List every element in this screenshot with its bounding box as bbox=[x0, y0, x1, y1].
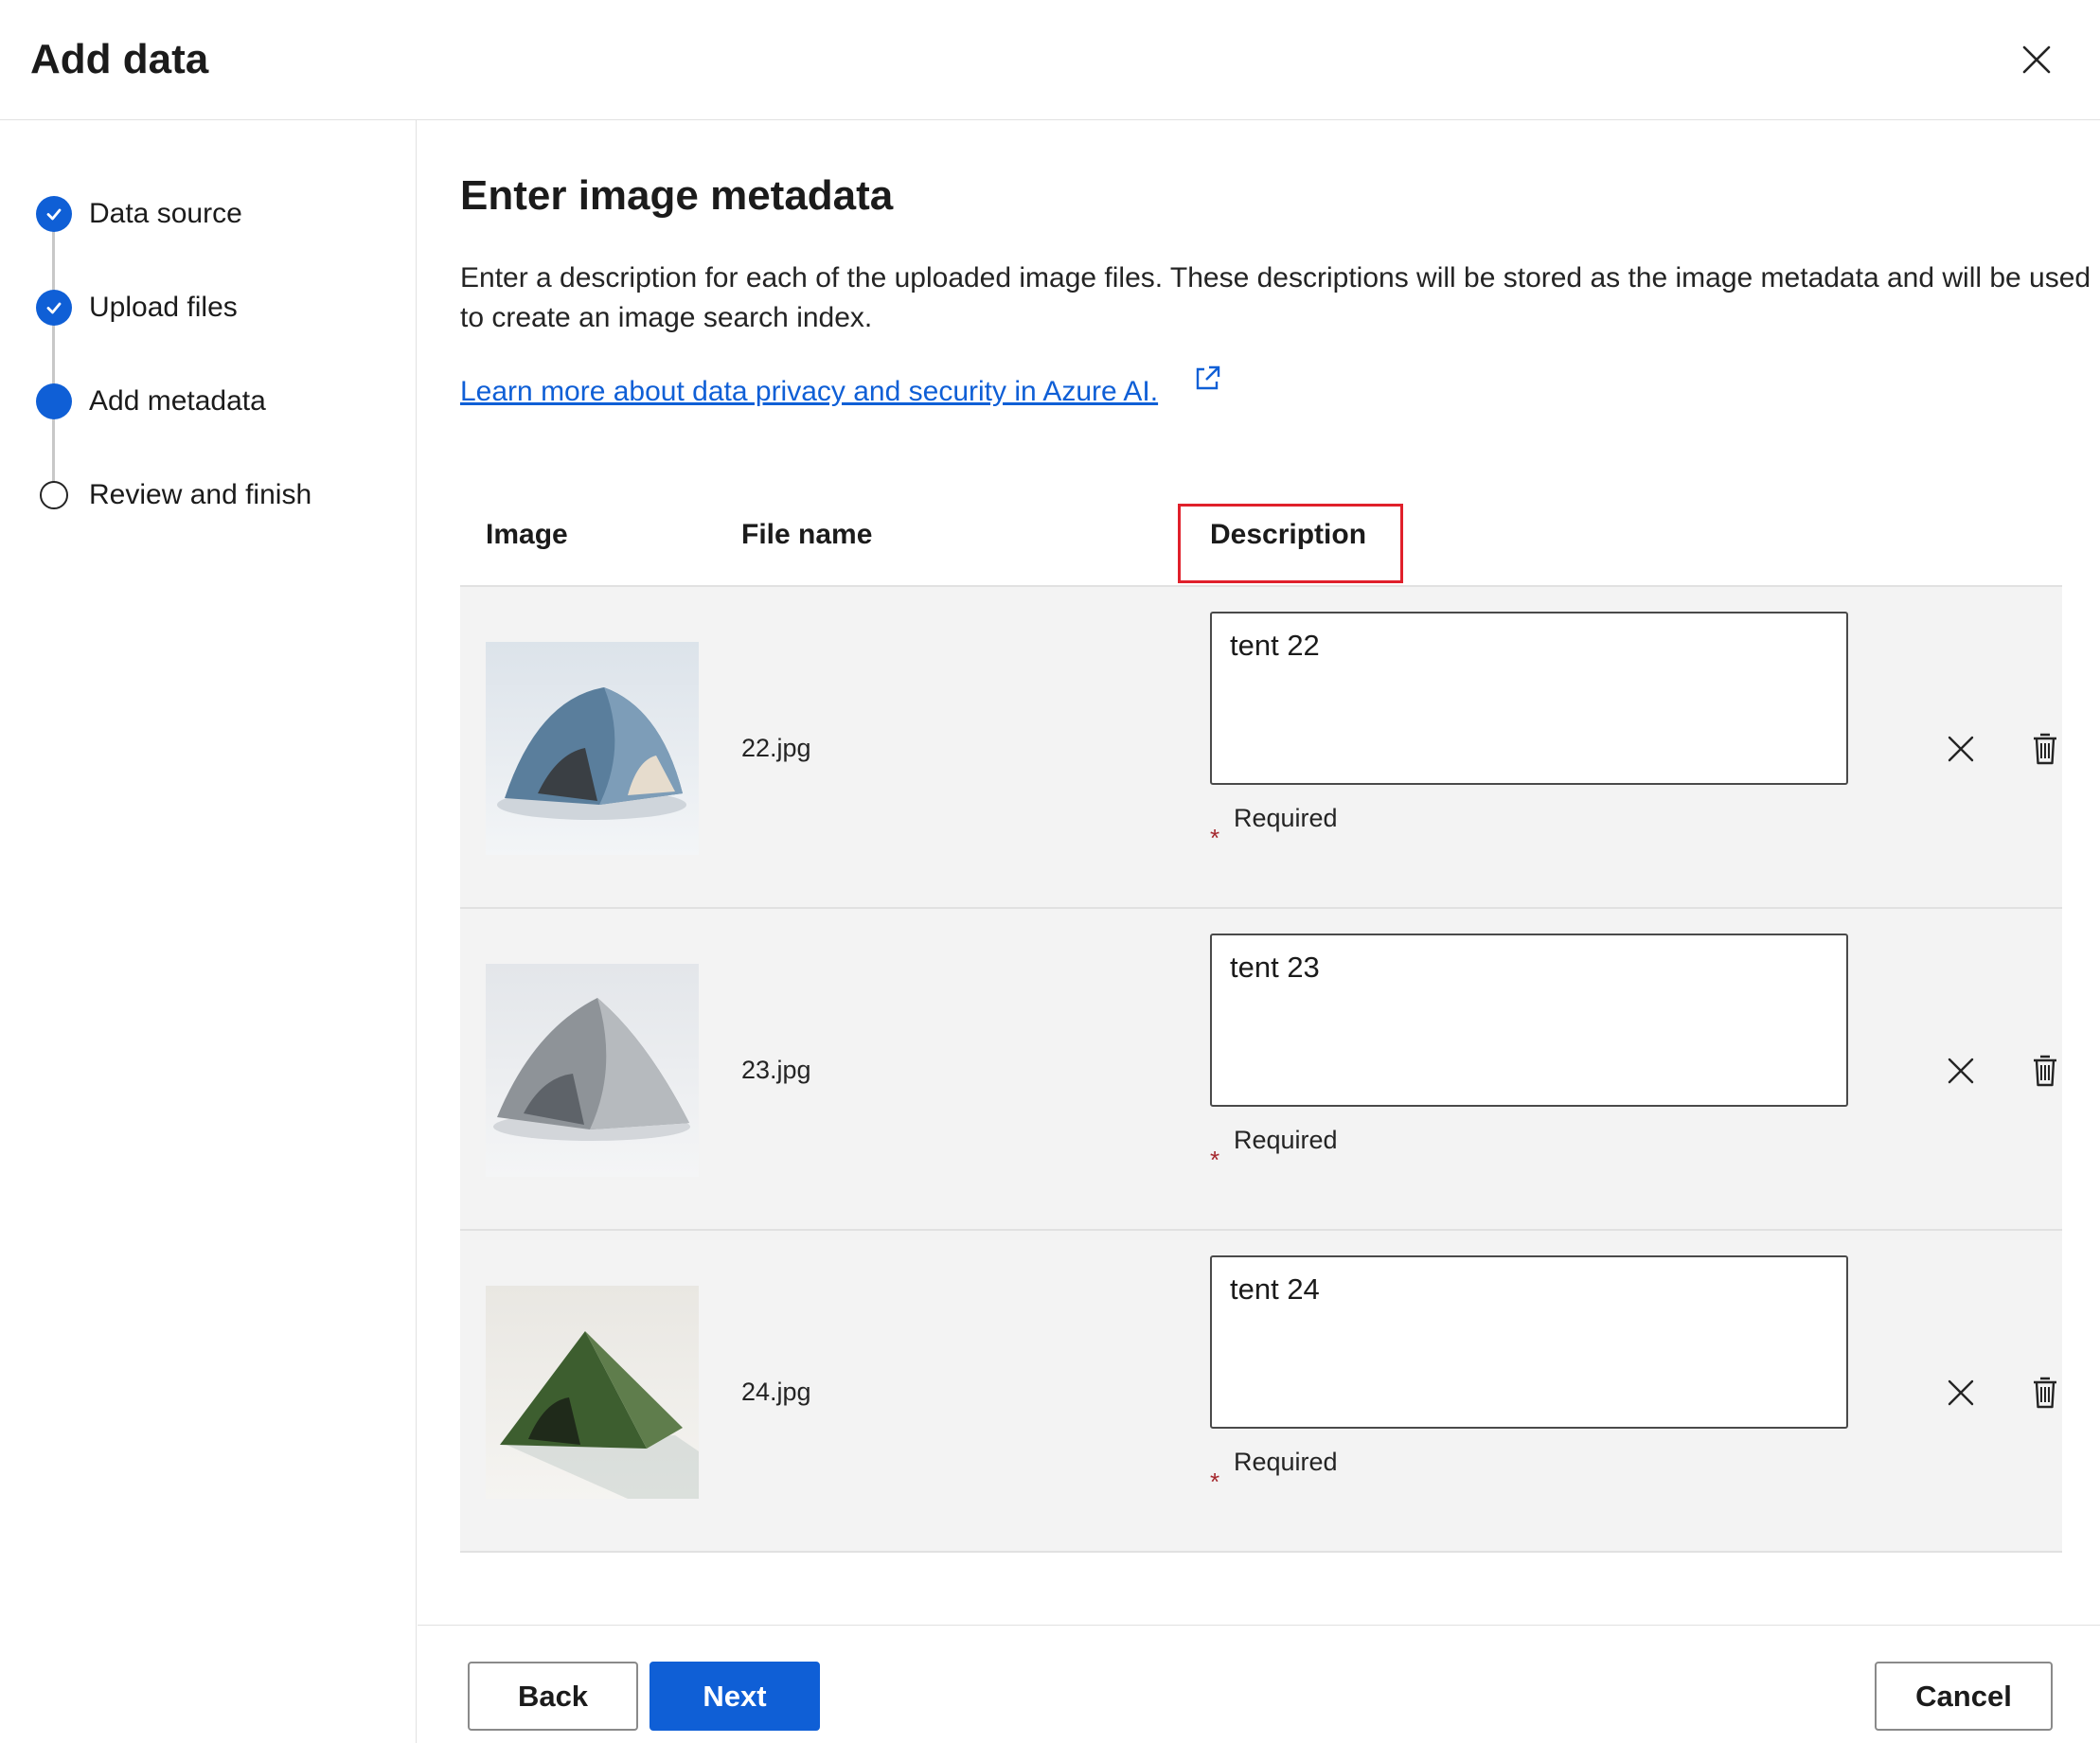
trash-icon bbox=[2034, 1055, 2056, 1087]
cancel-button[interactable]: Cancel bbox=[1875, 1662, 2053, 1731]
back-button[interactable]: Back bbox=[468, 1662, 638, 1731]
required-label: Required bbox=[1234, 804, 1338, 832]
close-button[interactable] bbox=[2013, 36, 2060, 83]
step-review-and-finish[interactable]: Review and finish bbox=[36, 476, 311, 514]
close-icon bbox=[1948, 736, 1974, 762]
empty-circle-icon bbox=[40, 481, 68, 509]
column-header-image: Image bbox=[486, 519, 568, 550]
required-asterisk: * bbox=[1210, 1467, 1220, 1496]
clear-description-button[interactable] bbox=[1942, 1052, 1980, 1090]
next-button[interactable]: Next bbox=[650, 1662, 820, 1731]
delete-row-button[interactable] bbox=[2026, 1052, 2064, 1090]
step-label: Upload files bbox=[89, 292, 238, 323]
description-highlight-box bbox=[1178, 504, 1403, 583]
required-label: Required bbox=[1234, 1448, 1338, 1476]
close-icon bbox=[1948, 1058, 1974, 1084]
wizard-stepper: Data source Upload files Add metadata Re… bbox=[0, 120, 417, 1743]
step-label: Review and finish bbox=[89, 479, 312, 510]
description-textarea[interactable]: tent 24 bbox=[1210, 1255, 1848, 1429]
table-row: 23.jpg tent 23 Required * bbox=[460, 909, 2062, 1231]
trash-icon bbox=[2034, 733, 2056, 765]
delete-row-button[interactable] bbox=[2026, 1374, 2064, 1412]
learn-more-link[interactable]: Learn more about data privacy and securi… bbox=[460, 372, 1158, 412]
description-textarea[interactable]: tent 23 bbox=[1210, 934, 1848, 1107]
required-asterisk: * bbox=[1210, 1146, 1220, 1174]
description-textarea[interactable]: tent 22 bbox=[1210, 612, 1848, 785]
page-heading: Enter image metadata bbox=[460, 172, 894, 219]
tent-image bbox=[486, 642, 699, 855]
column-header-file-name: File name bbox=[741, 519, 873, 550]
step-label: Add metadata bbox=[89, 385, 266, 417]
file-name: 23.jpg bbox=[741, 1056, 811, 1084]
delete-row-button[interactable] bbox=[2026, 730, 2064, 768]
file-name: 22.jpg bbox=[741, 734, 811, 762]
required-label: Required bbox=[1234, 1126, 1338, 1154]
close-icon bbox=[1948, 1379, 1974, 1406]
external-link-icon bbox=[1196, 365, 1220, 390]
clear-description-button[interactable] bbox=[1942, 1374, 1980, 1412]
current-step-dot-icon bbox=[36, 383, 72, 419]
dialog-header: Add data bbox=[0, 0, 2100, 120]
file-name: 24.jpg bbox=[741, 1378, 811, 1406]
step-data-source[interactable]: Data source bbox=[36, 195, 242, 233]
step-upload-files[interactable]: Upload files bbox=[36, 289, 238, 327]
step-add-metadata[interactable]: Add metadata bbox=[36, 382, 266, 420]
close-icon bbox=[2022, 45, 2051, 74]
checkmark-icon bbox=[36, 196, 72, 232]
checkmark-icon bbox=[36, 290, 72, 326]
dialog-footer: Back Next Cancel bbox=[418, 1625, 2100, 1743]
intro-text: Enter a description for each of the uplo… bbox=[460, 262, 2091, 333]
table-row: 22.jpg tent 22 Required * bbox=[460, 587, 2062, 909]
dialog-title: Add data bbox=[30, 36, 209, 82]
tent-image bbox=[486, 964, 699, 1177]
step-label: Data source bbox=[89, 198, 242, 229]
table-row: 24.jpg tent 24 Required * bbox=[460, 1231, 2062, 1553]
tent-image bbox=[486, 1286, 699, 1499]
required-asterisk: * bbox=[1210, 824, 1220, 852]
trash-icon bbox=[2034, 1377, 2056, 1409]
clear-description-button[interactable] bbox=[1942, 730, 1980, 768]
